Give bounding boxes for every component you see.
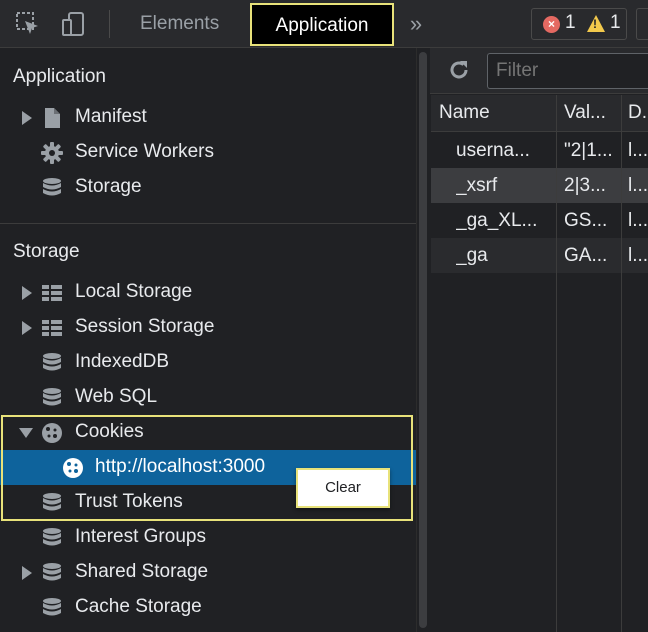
- cell-name: userna...: [456, 140, 530, 161]
- expand-arrow-icon[interactable]: [22, 321, 32, 335]
- expand-arrow-icon[interactable]: [22, 286, 32, 300]
- database-icon: [43, 178, 61, 196]
- table-icon: [42, 285, 62, 301]
- sidebar-item-label: Service Workers: [75, 141, 215, 162]
- cookie-icon: [42, 423, 62, 443]
- sidebar-item-manifest[interactable]: Manifest: [0, 100, 416, 135]
- sidebar-item-service-workers[interactable]: Service Workers: [0, 135, 416, 170]
- cell-value: GS...: [564, 210, 608, 231]
- tab-elements[interactable]: Elements: [124, 0, 235, 48]
- sidebar-item-indexeddb[interactable]: IndexedDB: [0, 345, 416, 380]
- sidebar-item-label: IndexedDB: [75, 351, 170, 372]
- sidebar-item-label: Storage: [75, 176, 142, 197]
- table-row[interactable]: _xsrf 2|3... l...: [431, 168, 648, 203]
- cell-domain: l...: [628, 210, 648, 231]
- cell-domain: l...: [628, 245, 648, 266]
- column-divider[interactable]: [621, 95, 622, 632]
- sidebar-item-label: Manifest: [75, 106, 147, 127]
- sidebar-item-label: Shared Storage: [75, 561, 209, 582]
- sidebar-item-label: Session Storage: [75, 316, 215, 337]
- table-header: Name Val... D...: [431, 95, 648, 132]
- settings-button-partial[interactable]: [636, 8, 648, 40]
- toolbar-divider: [109, 10, 110, 38]
- gear-icon: [41, 142, 63, 164]
- sidebar-item-label: Local Storage: [75, 281, 193, 302]
- table-row[interactable]: _ga_XL... GS... l...: [431, 203, 648, 238]
- issues-counter[interactable]: × 1 ! 1: [531, 8, 627, 40]
- sidebar-item-label: Web SQL: [75, 386, 158, 407]
- table-icon: [42, 320, 62, 336]
- error-count: 1: [565, 12, 576, 33]
- cell-value: "2|1...: [564, 140, 613, 161]
- column-divider[interactable]: [556, 95, 557, 632]
- sidebar-item-label: Cache Storage: [75, 596, 202, 617]
- sidebar-item-cookies[interactable]: Cookies: [0, 415, 416, 450]
- collapse-arrow-icon[interactable]: [19, 428, 33, 438]
- sidebar-item-label: http://localhost:3000: [95, 456, 266, 477]
- sidebar-item-label: Cookies: [75, 421, 144, 442]
- sidebar-item-label: Trust Tokens: [75, 491, 183, 512]
- database-icon: [43, 493, 61, 511]
- sidebar-item-cache-storage[interactable]: Cache Storage: [0, 590, 416, 625]
- cell-domain: l...: [628, 140, 648, 161]
- table-row[interactable]: userna... "2|1... l...: [431, 133, 648, 168]
- database-icon: [43, 528, 61, 546]
- context-menu: Clear: [296, 468, 390, 508]
- table-row[interactable]: _ga GA... l...: [431, 238, 648, 273]
- expand-arrow-icon[interactable]: [22, 566, 32, 580]
- column-header-domain[interactable]: D...: [628, 95, 648, 130]
- sidebar-item-interest-groups[interactable]: Interest Groups: [0, 520, 416, 555]
- database-icon: [43, 598, 61, 616]
- filter-input[interactable]: [487, 53, 648, 89]
- context-menu-clear[interactable]: Clear: [298, 470, 388, 506]
- sidebar-item-local-storage[interactable]: Local Storage: [0, 275, 416, 310]
- file-icon: [45, 108, 60, 128]
- error-icon: ×: [543, 16, 560, 33]
- section-title-storage: Storage: [13, 241, 80, 262]
- refresh-icon[interactable]: [447, 58, 471, 82]
- cell-name: _ga_XL...: [456, 210, 538, 231]
- cookie-icon: [63, 458, 83, 478]
- expand-arrow-icon[interactable]: [22, 111, 32, 125]
- sidebar-item-web-sql[interactable]: Web SQL: [0, 380, 416, 415]
- sidebar-item-storage[interactable]: Storage: [0, 170, 416, 205]
- sidebar-item-shared-storage[interactable]: Shared Storage: [0, 555, 416, 590]
- database-icon: [43, 353, 61, 371]
- sidebar-item-label: Interest Groups: [75, 526, 206, 547]
- cell-value: 2|3...: [564, 175, 606, 196]
- cell-domain: l...: [628, 175, 648, 196]
- sidebar-scrollbar-thumb[interactable]: [419, 52, 427, 628]
- device-toolbar-icon[interactable]: [60, 10, 88, 38]
- cell-value: GA...: [564, 245, 608, 266]
- column-header-name[interactable]: Name: [439, 95, 554, 130]
- section-divider: [0, 223, 416, 224]
- column-header-value[interactable]: Val...: [564, 95, 619, 130]
- database-icon: [43, 563, 61, 581]
- more-tabs-button[interactable]: »: [403, 0, 429, 48]
- tab-application[interactable]: Application: [250, 3, 394, 46]
- devtools-toolbar: Elements Application » × 1 ! 1: [0, 0, 648, 48]
- sidebar-item-session-storage[interactable]: Session Storage: [0, 310, 416, 345]
- cell-name: _ga: [456, 245, 488, 266]
- warning-count: 1: [610, 12, 621, 33]
- inspect-element-icon[interactable]: [14, 10, 42, 38]
- database-icon: [43, 388, 61, 406]
- section-title-application: Application: [13, 66, 106, 87]
- cell-name: _xsrf: [456, 175, 498, 196]
